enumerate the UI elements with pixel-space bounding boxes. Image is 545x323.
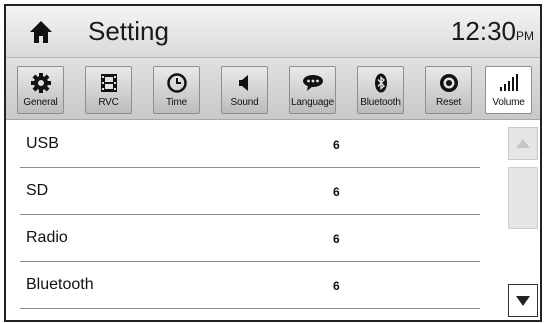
list-item[interactable]: USB 6 xyxy=(20,121,480,168)
tab-volume-label: Volume xyxy=(492,97,525,108)
clock-time: 12:30 xyxy=(450,16,516,46)
list-item-value: 6 xyxy=(333,185,340,199)
tab-language[interactable]: Language xyxy=(289,66,336,114)
tab-sound[interactable]: Sound xyxy=(221,66,268,114)
triangle-up-icon xyxy=(516,139,530,148)
list-item-value: 6 xyxy=(333,138,340,152)
tab-time[interactable]: Time xyxy=(153,66,200,114)
bluetooth-icon xyxy=(374,73,387,93)
list-item-label: SD xyxy=(26,182,49,199)
tab-volume[interactable]: Volume xyxy=(485,66,532,114)
reset-icon xyxy=(439,74,458,92)
list-item-value: 6 xyxy=(333,232,340,246)
scrollbar-thumb[interactable] xyxy=(508,167,538,229)
tab-bluetooth[interactable]: Bluetooth xyxy=(357,66,404,114)
tab-time-label: Time xyxy=(165,97,188,108)
clock-ampm: PM xyxy=(516,29,534,43)
list-item[interactable]: SD 6 xyxy=(20,168,480,215)
list-item-value: 6 xyxy=(333,279,340,293)
tab-general[interactable]: General xyxy=(17,66,64,114)
list-item-label: Bluetooth xyxy=(26,276,94,293)
list-item-label: Radio xyxy=(26,229,68,246)
home-icon[interactable] xyxy=(28,19,54,45)
tab-reset[interactable]: Reset xyxy=(425,66,472,114)
tab-language-label: Language xyxy=(291,97,334,108)
list-item-label: USB xyxy=(26,135,59,152)
film-icon xyxy=(100,74,117,92)
header-bar: Setting 12:30PM xyxy=(6,6,540,58)
page-title: Setting xyxy=(88,16,169,46)
clock-icon xyxy=(166,73,187,93)
settings-tabs: General RVC Time Sound Language Bluetoot… xyxy=(6,58,540,120)
settings-window: Setting 12:30PM General RVC Time Sound L… xyxy=(4,4,542,322)
volume-bars-icon xyxy=(499,74,518,91)
speaker-icon xyxy=(238,75,248,91)
tab-sound-label: Sound xyxy=(230,97,259,108)
list-item[interactable]: Radio 6 xyxy=(20,215,480,262)
gear-icon xyxy=(30,73,51,93)
triangle-down-icon xyxy=(516,296,530,306)
list-item[interactable]: Bluetooth 6 xyxy=(20,262,480,309)
scroll-up-button[interactable] xyxy=(508,127,538,160)
tab-rvc[interactable]: RVC xyxy=(85,66,132,114)
volume-list: USB 6 SD 6 Radio 6 Bluetooth 6 xyxy=(6,121,494,309)
tab-rvc-label: RVC xyxy=(98,97,119,108)
tab-reset-label: Reset xyxy=(435,97,462,108)
tab-bluetooth-label: Bluetooth xyxy=(360,97,401,108)
speech-bubble-icon xyxy=(302,75,323,91)
tab-general-label: General xyxy=(23,97,58,108)
scroll-down-button[interactable] xyxy=(508,284,538,317)
clock: 12:30PM xyxy=(451,16,534,47)
